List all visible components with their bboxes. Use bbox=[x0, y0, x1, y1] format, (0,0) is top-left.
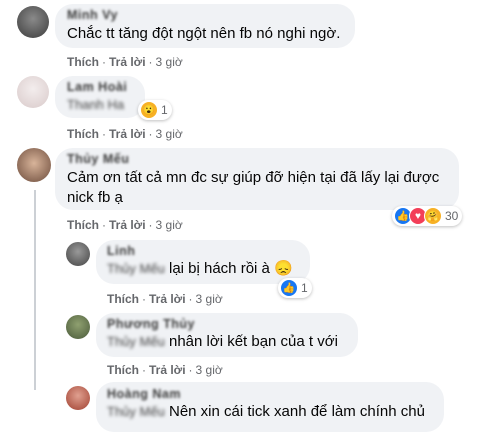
avatar[interactable] bbox=[66, 242, 90, 266]
reply-author[interactable]: Hoàng Nam bbox=[107, 387, 181, 401]
like-link[interactable]: Thích bbox=[107, 292, 139, 306]
reply-message: nhân lời kết bạn của t với bbox=[168, 333, 338, 350]
reaction-count: 1 bbox=[301, 281, 308, 295]
reply-author[interactable]: Phương Thủy bbox=[107, 317, 195, 331]
reaction-count: 1 bbox=[161, 103, 168, 117]
reaction-summary[interactable]: 👍 1 bbox=[278, 278, 312, 298]
comment-author[interactable]: Lam Hoài bbox=[67, 80, 127, 94]
reply-link[interactable]: Trả lời bbox=[109, 218, 146, 232]
like-link[interactable]: Thích bbox=[107, 363, 139, 377]
reply-link[interactable]: Trả lời bbox=[109, 127, 146, 141]
avatar[interactable] bbox=[17, 148, 51, 182]
comment-actions: Thích · Trả lời · 3 giờ bbox=[67, 55, 183, 69]
avatar[interactable] bbox=[17, 76, 49, 108]
reply-author[interactable]: Linh bbox=[107, 244, 135, 258]
like-link[interactable]: Thích bbox=[67, 55, 99, 69]
avatar[interactable] bbox=[17, 6, 49, 38]
reply-text: Thủy Mếu Nên xin cái tick xanh để làm ch… bbox=[107, 402, 425, 422]
reaction-count: 30 bbox=[445, 209, 459, 223]
mention-link[interactable]: Thủy Mếu bbox=[107, 334, 165, 349]
reaction-summary[interactable]: 👍 ♥ 🤗 30 bbox=[392, 206, 463, 226]
reply-time[interactable]: 3 giờ bbox=[196, 292, 223, 306]
reaction-summary[interactable]: 😮 1 bbox=[138, 100, 172, 120]
comment-time[interactable]: 3 giờ bbox=[156, 127, 183, 141]
mention-link[interactable]: Thủy Mếu bbox=[107, 261, 165, 276]
care-icon: 🤗 bbox=[424, 207, 442, 225]
comment-author[interactable]: Thủy Mếu bbox=[67, 152, 129, 166]
reply-link[interactable]: Trả lời bbox=[149, 292, 186, 306]
comment-actions: Thích · Trả lời · 3 giờ bbox=[67, 218, 183, 232]
comment-text: Chắc tt tăng đột ngột nên fb nó nghi ngờ… bbox=[67, 25, 341, 42]
wow-icon: 😮 bbox=[140, 101, 158, 119]
reply-message: lại bị hách rồi à 😞 bbox=[168, 260, 293, 277]
reply-actions: Thích · Trả lời · 3 giờ bbox=[107, 363, 223, 377]
reply-link[interactable]: Trả lời bbox=[109, 55, 146, 69]
like-link[interactable]: Thích bbox=[67, 218, 99, 232]
reply-actions: Thích · Trả lời · 3 giờ bbox=[107, 292, 223, 306]
reply-time[interactable]: 3 giờ bbox=[196, 363, 223, 377]
comment-author[interactable]: Minh Vy bbox=[67, 8, 118, 22]
reply-text: Thủy Mếu lại bị hách rồi à 😞 bbox=[107, 259, 293, 279]
comment-actions: Thích · Trả lời · 3 giờ bbox=[67, 127, 183, 141]
comment-text: Cảm ơn tất cả mn đc sự giúp đỡ hiện tại … bbox=[67, 169, 440, 206]
avatar[interactable] bbox=[66, 386, 90, 410]
comment-time[interactable]: 3 giờ bbox=[156, 55, 183, 69]
reply-text: Thủy Mếu nhân lời kết bạn của t với bbox=[107, 332, 338, 352]
reply-message: Nên xin cái tick xanh để làm chính chủ bbox=[168, 403, 425, 420]
avatar[interactable] bbox=[66, 315, 90, 339]
reply-thread-line bbox=[34, 190, 36, 390]
mention-link[interactable]: Thủy Mếu bbox=[107, 404, 165, 419]
reply-link[interactable]: Trả lời bbox=[149, 363, 186, 377]
comment-time[interactable]: 3 giờ bbox=[156, 218, 183, 232]
mention-link[interactable]: Thanh Ha bbox=[67, 95, 124, 115]
like-link[interactable]: Thích bbox=[67, 127, 99, 141]
like-icon: 👍 bbox=[280, 279, 298, 297]
